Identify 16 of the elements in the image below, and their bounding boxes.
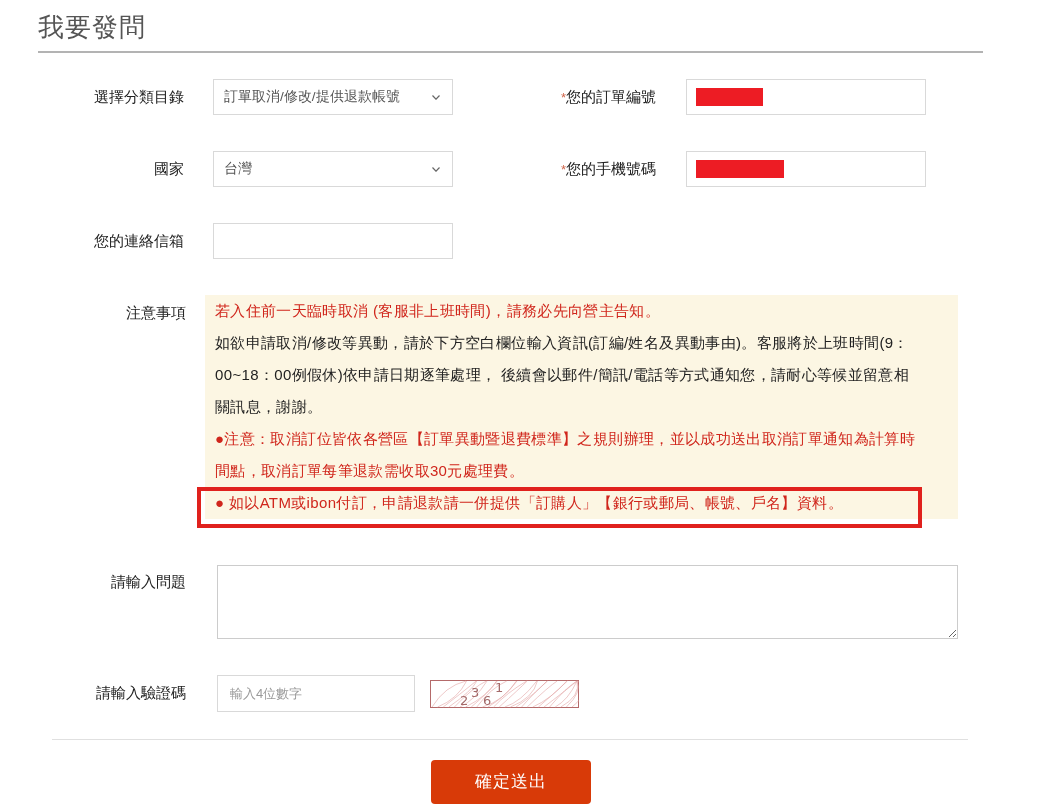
required-asterisk: *: [560, 161, 566, 177]
field-label: 您的連絡信箱: [94, 231, 184, 249]
field-label: 您的訂單編號: [566, 87, 656, 105]
notice-text: ● 如以ATM或ibon付訂，申請退款請一併提供「訂購人」【銀行或郵局、帳號、戶名】資料。: [215, 493, 844, 513]
field-label: 您的手機號碼: [566, 159, 656, 177]
field-label: 選擇分類目錄: [94, 87, 184, 105]
notice-label: 注意事項: [125, 303, 186, 323]
field-label: 國家: [154, 159, 184, 177]
question-label: 請輸入問題: [110, 572, 186, 592]
required-asterisk: *: [560, 89, 566, 105]
notice-text: 若入住前一天臨時取消 (客服非上班時間)，請務必先向營主告知。: [215, 301, 661, 321]
captcha-code: 2361: [460, 679, 504, 708]
captcha-label: 請輸入驗證碼: [95, 683, 186, 704]
notice-text: 如欲申請取消/修改等異動，請於下方空白欄位輸入資訊(訂編/姓名及異動事由)。客服將於上班時間(9：00~18：00例假休)依申請日期逐筆處理， 後續會以郵件/簡訊/電話等方式通知您，請耐心等候並留意相關訊息，謝謝。: [215, 333, 911, 417]
page-title: 我要發問: [38, 11, 147, 43]
notice-text: ●注意：取消訂位皆依各營區【訂單異動暨退費標準】之規則辦理，並以成功送出取消訂單通知為計算時間點，取消訂單每筆退款需收取30元處理費。: [215, 429, 917, 481]
